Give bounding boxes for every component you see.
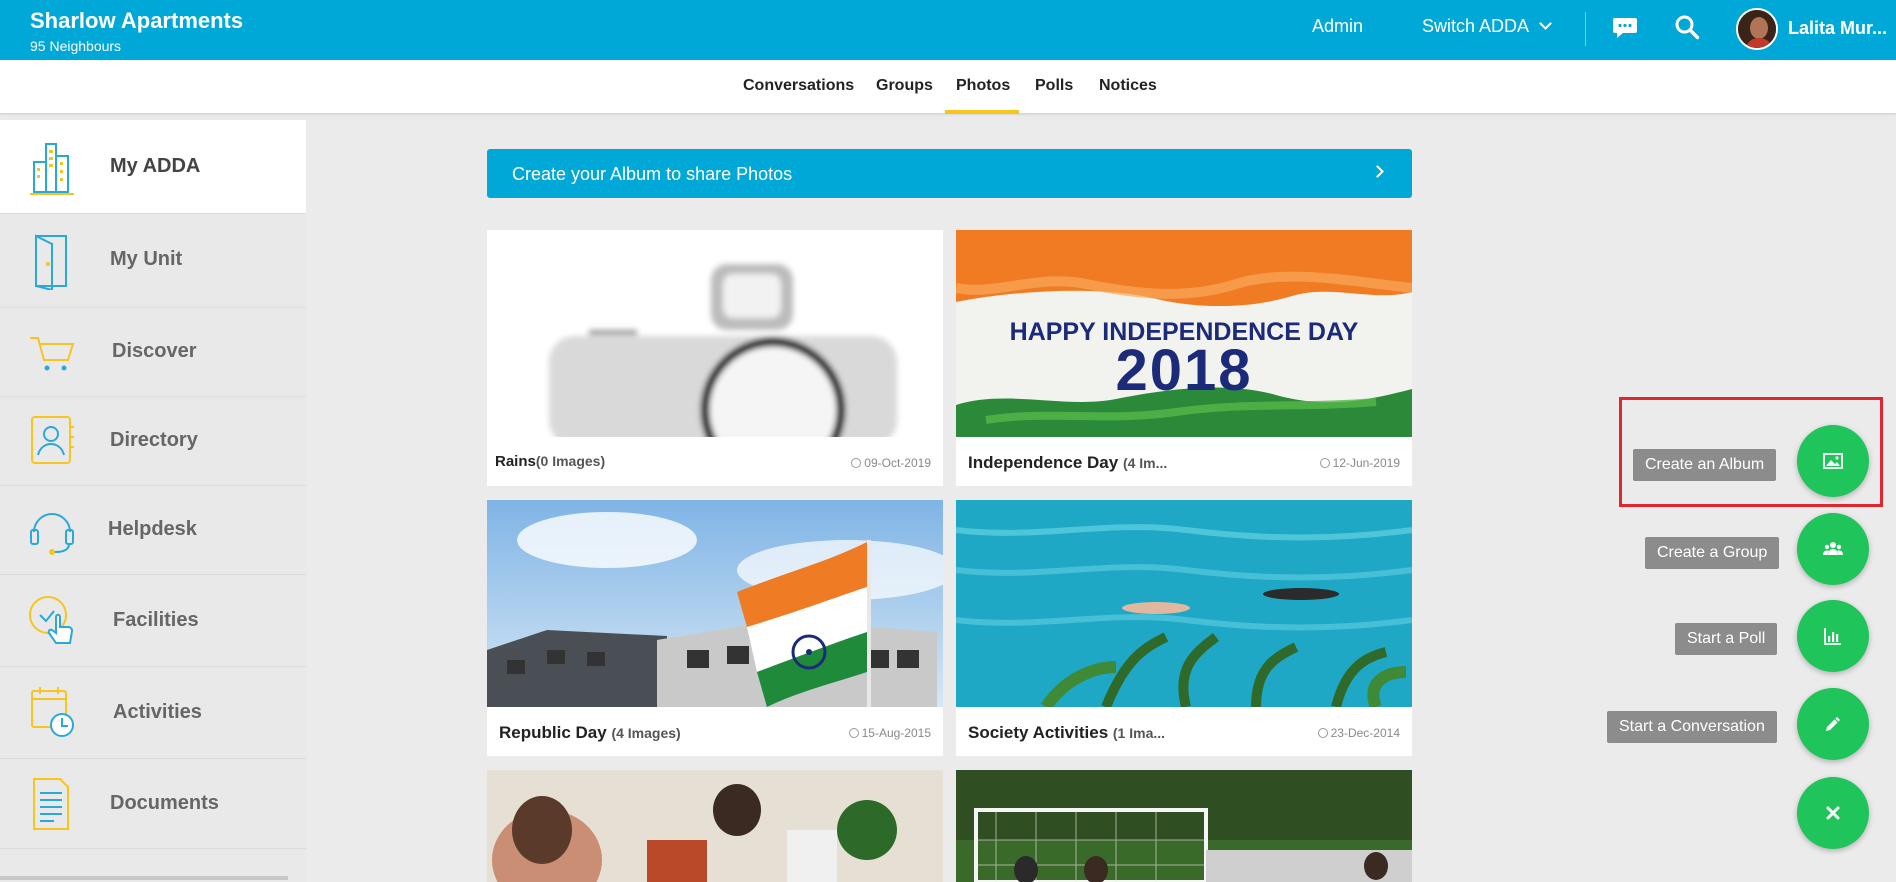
album-date: 23-Dec-2014: [1317, 726, 1400, 740]
tab-polls[interactable]: Polls: [1035, 77, 1073, 114]
album-footer: Society Activities (1 Ima... 23-Dec-2014: [956, 707, 1412, 756]
album-title: Society Activities (1 Ima...: [968, 723, 1166, 742]
brand[interactable]: Sharlow Apartments 95 Neighbours: [30, 8, 243, 54]
chat-icon[interactable]: [1612, 17, 1638, 39]
building-icon: [30, 143, 74, 195]
headset-icon: [30, 513, 74, 555]
sidebar-item-activities[interactable]: Activities: [0, 667, 306, 759]
album-title: Rains(0 Images): [495, 453, 606, 470]
close-fab-menu-button[interactable]: [1797, 777, 1869, 849]
clock-icon: [1317, 728, 1328, 738]
header-divider: [1585, 12, 1586, 46]
album-date: 12-Jun-2019: [1319, 456, 1400, 470]
football-field-image: [956, 770, 1412, 882]
contact-book-icon: [31, 416, 74, 464]
album-image-count: (0 Images): [535, 453, 606, 469]
sidebar-item-helpdesk[interactable]: Helpdesk: [0, 486, 306, 575]
clock-icon: [1319, 458, 1330, 468]
sidebar-item-directory[interactable]: Directory: [0, 397, 306, 486]
group-icon: [1823, 542, 1843, 555]
create-group-label[interactable]: Create a Group: [1645, 537, 1780, 569]
republic-day-flag-image: [487, 500, 943, 707]
sidebar-item-label: Documents: [110, 792, 219, 814]
album-card-society-activities[interactable]: Society Activities (1 Ima... 23-Dec-2014: [956, 500, 1412, 756]
album-image-count: (1 Ima...: [1112, 725, 1166, 741]
search-icon[interactable]: [1674, 14, 1700, 40]
sidebar-item-label: Facilities: [113, 609, 199, 631]
start-poll-label[interactable]: Start a Poll: [1675, 623, 1778, 655]
swimming-pool-image: [956, 500, 1412, 707]
sidebar-item-label: Activities: [113, 701, 202, 723]
start-poll-button[interactable]: [1797, 600, 1869, 672]
album-card-rains[interactable]: Rains(0 Images) 09-Oct-2019: [487, 230, 943, 486]
create-album-banner[interactable]: Create your Album to share Photos: [487, 149, 1412, 198]
neighbour-count: 95 Neighbours: [30, 38, 122, 54]
sidebar-item-label: Helpdesk: [108, 518, 197, 540]
start-conversation-label[interactable]: Start a Conversation: [1607, 711, 1777, 743]
switch-adda-label: Switch ADDA: [1422, 16, 1530, 36]
top-bar: Sharlow Apartments 95 Neighbours Admin S…: [0, 0, 1896, 60]
album-footer: Independence Day (4 Im... 12-Jun-2019: [956, 437, 1412, 486]
independence-day-image: HAPPY INDEPENDENCE DAY 2018: [956, 230, 1412, 437]
create-group-button[interactable]: [1797, 513, 1869, 585]
album-date: 09-Oct-2019: [851, 456, 931, 470]
album-footer: Republic Day (4 Images) 15-Aug-2015: [487, 707, 943, 756]
sidebar-item-label: My ADDA: [110, 155, 201, 177]
close-icon: [1826, 806, 1840, 820]
album-image-count: (4 Im...: [1122, 455, 1168, 471]
album-date: 15-Aug-2015: [848, 726, 931, 740]
sidebar-item-label: My Unit: [110, 248, 183, 270]
people-celebration-image: [487, 770, 943, 882]
album-title: Independence Day (4 Im...: [968, 453, 1168, 472]
tab-photos[interactable]: Photos: [945, 77, 1019, 114]
album-title: Republic Day (4 Images): [499, 723, 681, 742]
sidebar-item-discover[interactable]: Discover: [0, 308, 306, 397]
tab-conversations[interactable]: Conversations: [743, 77, 854, 114]
tab-bar: Conversations Groups Photos Polls Notice…: [0, 60, 1896, 114]
hand-tap-icon: [29, 596, 74, 644]
sidebar-item-label: Discover: [112, 340, 197, 362]
image-icon: [1823, 453, 1843, 469]
tab-notices[interactable]: Notices: [1099, 77, 1157, 114]
album-card-partial[interactable]: [956, 770, 1412, 882]
image-year-text: 2018: [1115, 338, 1252, 403]
clock-icon: [848, 728, 859, 738]
pencil-icon: [1826, 717, 1840, 731]
sidebar-item-my-unit[interactable]: My Unit: [0, 214, 306, 308]
avatar[interactable]: [1736, 8, 1778, 50]
admin-link[interactable]: Admin: [1312, 16, 1363, 37]
album-image-count: (4 Images): [611, 725, 681, 741]
create-album-label[interactable]: Create an Album: [1633, 449, 1777, 481]
create-album-banner-text: Create your Album to share Photos: [512, 164, 793, 184]
chevron-down-icon: [1539, 17, 1552, 30]
album-card-independence-day[interactable]: HAPPY INDEPENDENCE DAY 2018 Independence…: [956, 230, 1412, 486]
sidebar-item-my-adda[interactable]: My ADDA: [0, 120, 306, 214]
chevron-right-icon: [1371, 165, 1384, 178]
calendar-clock-icon: [31, 687, 74, 737]
sidebar-item-documents[interactable]: Documents: [0, 759, 306, 849]
sidebar-item-label: Directory: [110, 429, 198, 451]
cart-icon: [30, 337, 75, 371]
album-footer: Rains(0 Images) 09-Oct-2019: [487, 437, 943, 486]
tab-groups[interactable]: Groups: [876, 77, 933, 114]
camera-placeholder-image: [487, 230, 943, 437]
create-album-button[interactable]: [1797, 425, 1869, 497]
album-card-partial[interactable]: [487, 770, 943, 882]
sidebar: My ADDA My Unit Discover Directory Helpd…: [0, 120, 306, 882]
door-icon: [35, 234, 67, 290]
switch-adda-dropdown[interactable]: Switch ADDA: [1422, 16, 1552, 37]
user-name[interactable]: Lalita Mur...: [1788, 18, 1887, 39]
start-conversation-button[interactable]: [1797, 688, 1869, 760]
document-icon: [33, 778, 69, 830]
sidebar-item-facilities[interactable]: Facilities: [0, 575, 306, 667]
clock-icon: [851, 458, 862, 468]
bar-chart-icon: [1824, 628, 1841, 645]
community-name: Sharlow Apartments: [30, 8, 244, 33]
album-card-republic-day[interactable]: Republic Day (4 Images) 15-Aug-2015: [487, 500, 943, 756]
sidebar-scrollbar[interactable]: [0, 876, 288, 880]
